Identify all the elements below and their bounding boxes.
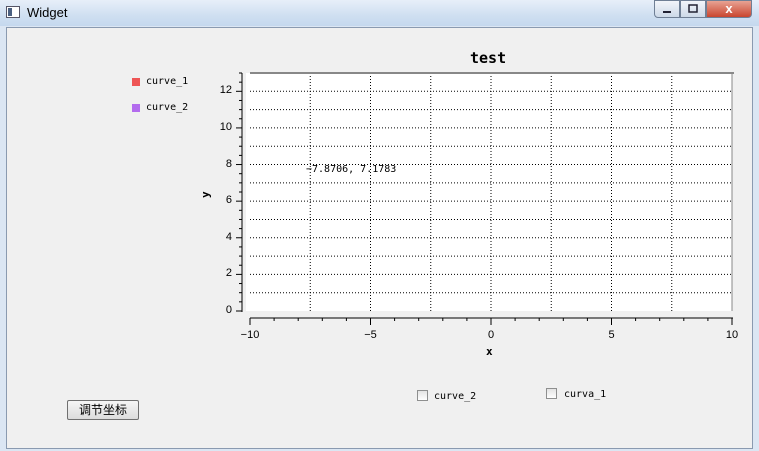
y-tick-label: 6 — [225, 194, 232, 207]
y-tick-label: 0 — [225, 304, 232, 316]
y-tick-label: 8 — [225, 157, 232, 170]
x-axis-title: x — [486, 345, 493, 358]
minimize-icon — [663, 11, 671, 13]
checkbox-label-curve-2[interactable]: curve_2 — [434, 391, 476, 402]
y-tick-label: 10 — [219, 120, 232, 133]
minimize-button[interactable] — [654, 0, 680, 18]
legend-label-curve-1[interactable]: curve_1 — [146, 76, 188, 87]
y-tick-label: 12 — [219, 84, 232, 97]
maximize-icon — [688, 4, 698, 13]
plot-canvas[interactable] — [246, 73, 732, 311]
close-icon: x — [725, 1, 733, 16]
app-icon — [6, 6, 20, 18]
checkbox-curve-2[interactable] — [417, 390, 428, 401]
y-tick-label: 4 — [225, 230, 232, 243]
checkbox-label-curva-1[interactable]: curva_1 — [564, 389, 606, 400]
x-tick-label: −5 — [364, 329, 377, 341]
x-tick-label: 0 — [487, 329, 495, 341]
close-button[interactable]: x — [706, 0, 752, 18]
title-bar[interactable]: Widget x — [0, 0, 759, 26]
checkbox-curva-1[interactable] — [546, 388, 557, 399]
adjust-axes-button[interactable]: 调节坐标 — [67, 400, 139, 420]
plot-title: test — [470, 49, 507, 67]
legend-swatch-curve-2 — [132, 104, 140, 112]
legend-swatch-curve-1 — [132, 78, 140, 86]
x-tick-label: −10 — [240, 329, 260, 341]
y-tick-label: 2 — [225, 267, 232, 280]
maximize-button[interactable] — [680, 0, 706, 18]
y-axis-title: y — [199, 191, 212, 198]
app-window: Widget x curve_1 curve_2 test 0 2 4 6 8 10 12 … — [0, 0, 759, 451]
coordinate-readout: −7.8706, 7.1783 — [306, 164, 397, 175]
legend-label-curve-2[interactable]: curve_2 — [146, 102, 188, 113]
window-title: Widget — [27, 5, 68, 20]
x-tick-label: 10 — [725, 329, 739, 341]
x-tick-label: 5 — [608, 329, 615, 341]
